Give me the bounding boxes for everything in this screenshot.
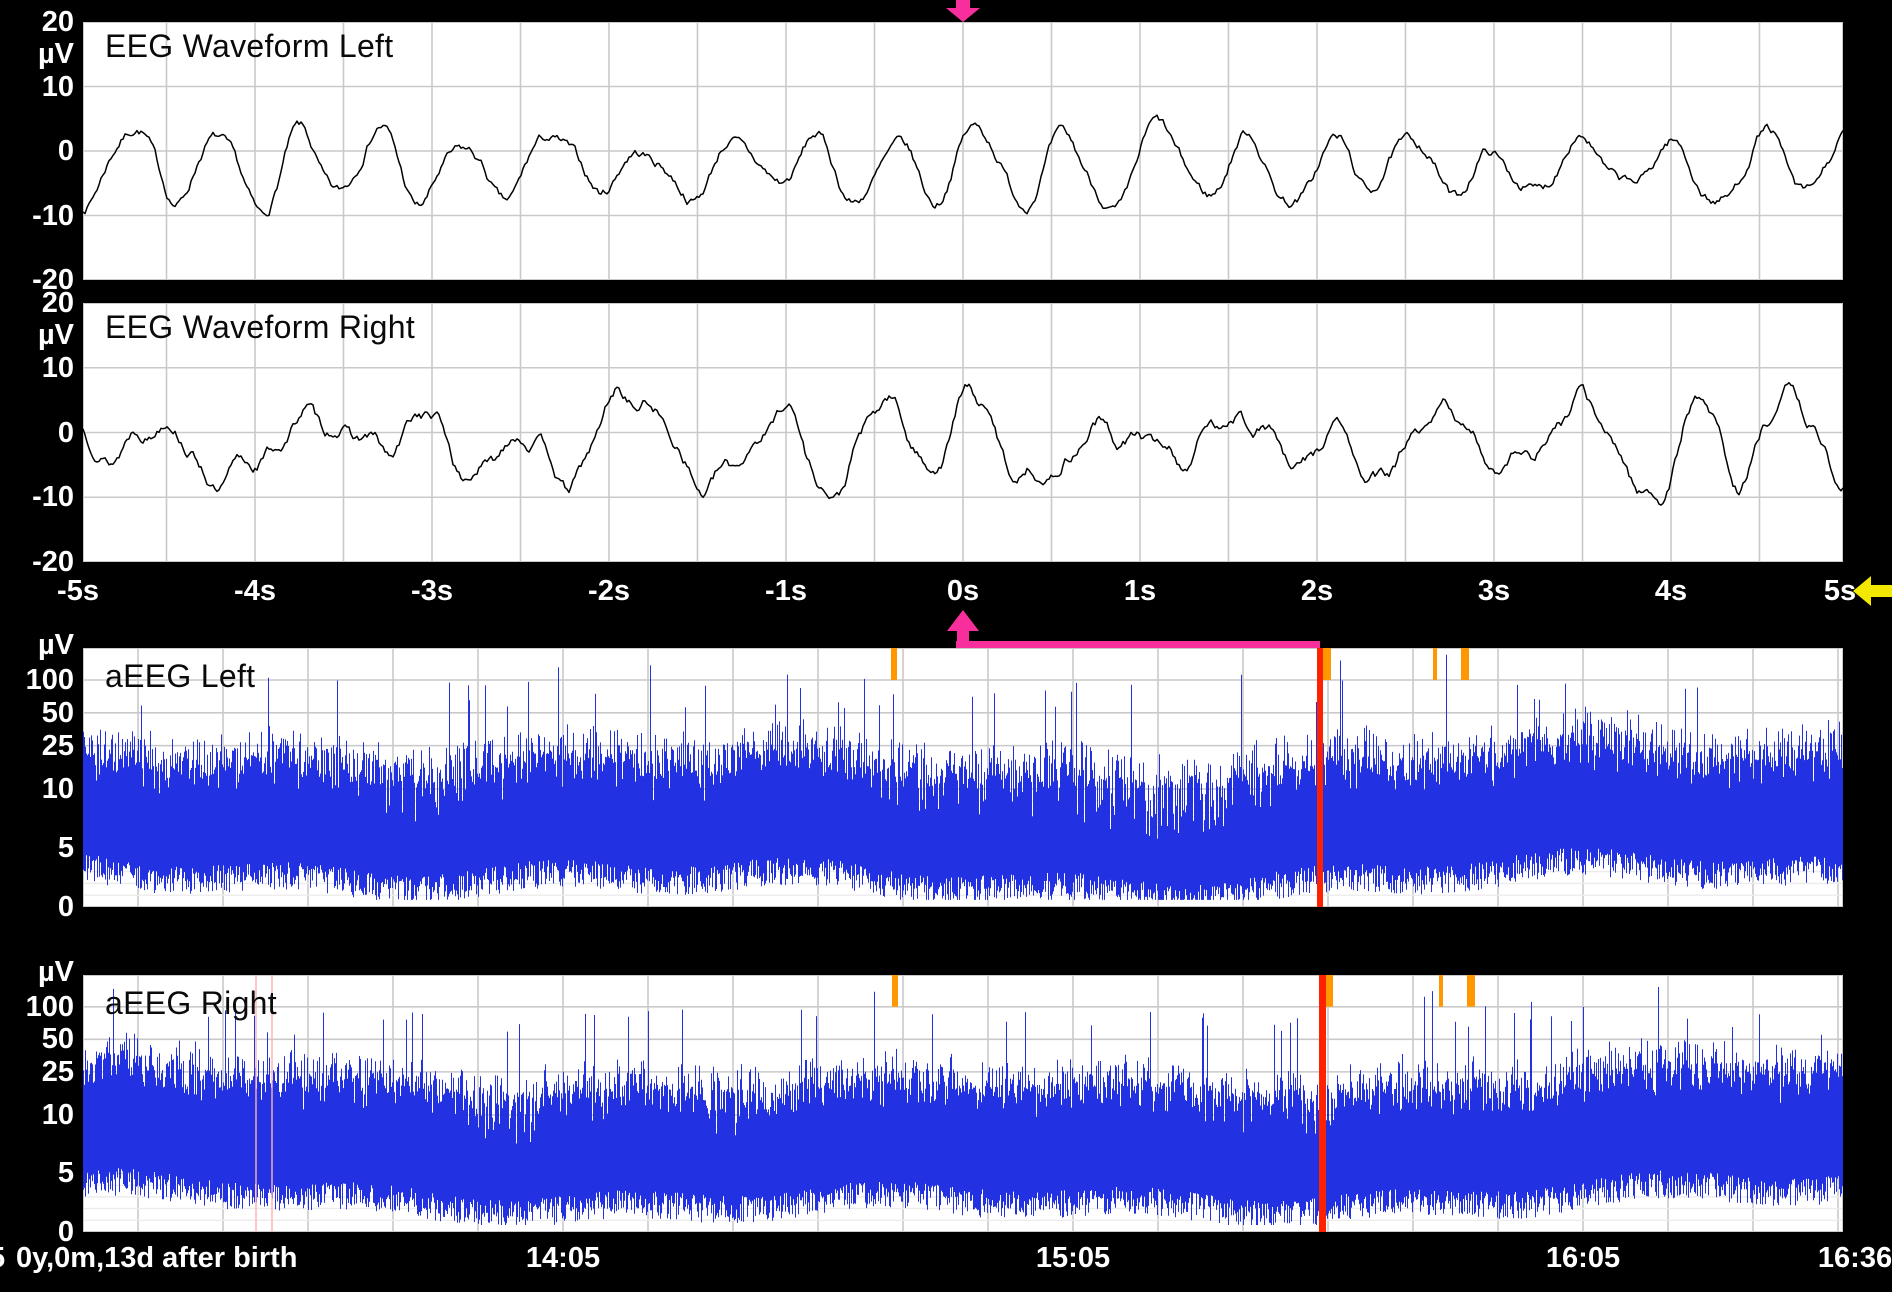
y-tick-aeeg_right: 10 [0,1100,74,1130]
event-marker-orange [1322,648,1331,680]
y-tick-eeg_right: 10 [0,353,74,383]
y-tick-eeg_left: 20 [0,7,74,37]
y-tick-aeeg_left: 25 [0,731,74,761]
seconds-tick-2s: 2s [1301,576,1333,606]
y-tick-aeeg_left: 5 [0,833,74,863]
y-unit-aeeg_left: µV [0,630,74,660]
clock-tick-1505: 15:05 [1036,1243,1110,1273]
clock-tick-1605: 16:05 [1546,1243,1620,1273]
clipped-footer-text: 5 [0,1243,5,1273]
y-tick-eeg_left: 0 [0,136,74,166]
y-unit-aeeg_right: µV [0,957,74,987]
seconds-tick-3s: 3s [1478,576,1510,606]
panel-title-eeg-right: EEG Waveform Right [105,309,415,346]
panel-title-aeeg-right: aEEG Right [105,985,277,1022]
y-tick-eeg_right: 20 [0,288,74,318]
panel-title-eeg-left: EEG Waveform Left [105,28,393,65]
y-tick-eeg_left: 10 [0,72,74,102]
y-unit-eeg_right: µV [0,320,74,350]
event-cursor-red-line[interactable] [1317,648,1323,907]
aeeg-right-trend-plot [83,975,1843,1232]
clock-tick-1636: 16:36 [1818,1243,1892,1273]
event-cursor-red-line[interactable] [1319,975,1326,1232]
y-tick-aeeg_right: 50 [0,1024,74,1054]
y-tick-eeg_left: -10 [0,201,74,231]
event-marker-orange [1461,648,1469,680]
seconds-tick-4s: -4s [234,576,276,606]
seconds-tick-3s: -3s [411,576,453,606]
y-tick-eeg_right: -10 [0,482,74,512]
seconds-tick-5s: 5s [1824,576,1856,606]
panel-eeg-waveform-left: EEG Waveform Left [83,22,1843,280]
y-tick-eeg_right: 0 [0,418,74,448]
event-marker-orange [1439,975,1443,1007]
event-marker-orange [1433,648,1437,680]
seconds-tick-5s: -5s [57,576,99,606]
panel-eeg-waveform-right: EEG Waveform Right [83,303,1843,562]
patient-age-label: 0y,0m,13d after birth [16,1243,298,1273]
y-tick-aeeg_right: 100 [0,992,74,1022]
y-tick-aeeg_left: 50 [0,698,74,728]
event-marker-orange [891,648,897,680]
playhead-down-arrow-icon[interactable] [946,0,980,22]
panel-aeeg-right-timeline[interactable]: aEEG Right [83,975,1843,1232]
sync-bracket-line [956,641,1320,648]
seconds-tick-4s: 4s [1655,576,1687,606]
seconds-tick-1s: 1s [1124,576,1156,606]
seconds-tick-2s: -2s [588,576,630,606]
clock-tick-1405: 14:05 [526,1243,600,1273]
panel-aeeg-left-timeline[interactable]: aEEG Left [83,648,1843,907]
y-unit-eeg_left: µV [0,39,74,69]
event-marker-orange [1467,975,1475,1007]
y-tick-aeeg_left: 0 [0,892,74,922]
seconds-tick-1s: -1s [765,576,807,606]
cfm-monitor-screen: EEG Waveform Left EEG Waveform Right aEE… [0,0,1892,1292]
y-tick-eeg_right: -20 [0,547,74,577]
y-tick-aeeg_left: 10 [0,774,74,804]
y-tick-aeeg_left: 100 [0,665,74,695]
seconds-tick-0s: 0s [947,576,979,606]
aeeg-left-trend-plot [83,648,1843,907]
sync-up-arrow-icon[interactable] [947,610,979,642]
y-tick-aeeg_right: 5 [0,1158,74,1188]
y-tick-aeeg_right: 25 [0,1057,74,1087]
panel-title-aeeg-left: aEEG Left [105,658,255,695]
event-marker-orange [892,975,898,1007]
next-page-arrow-button[interactable] [1853,576,1892,606]
